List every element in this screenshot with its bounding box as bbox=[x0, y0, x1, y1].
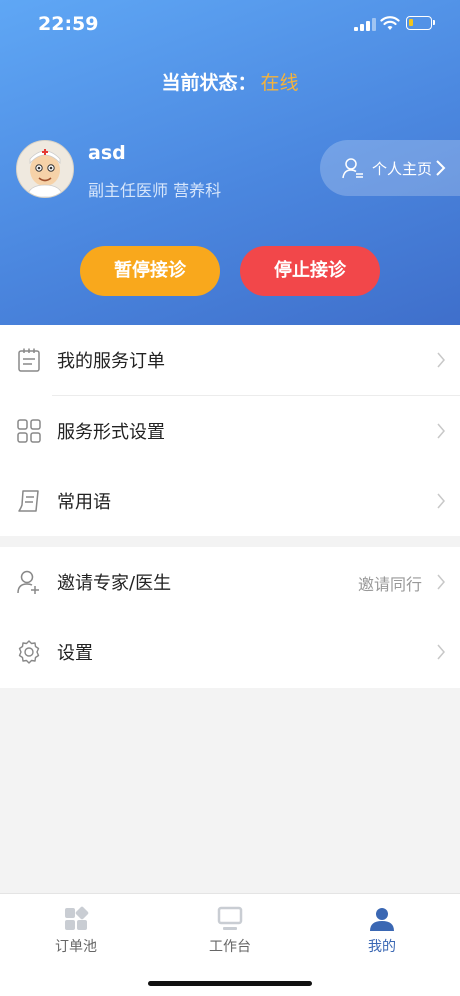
tab-label: 订单池 bbox=[55, 939, 97, 955]
orders-icon bbox=[65, 906, 89, 930]
tab-label: 工作台 bbox=[209, 939, 251, 955]
wifi-icon bbox=[380, 16, 400, 30]
user-icon bbox=[370, 908, 394, 931]
menu-item-service-format-settings[interactable]: 服务形式设置 bbox=[0, 396, 460, 466]
menu-item-settings[interactable]: 设置 bbox=[0, 617, 460, 687]
status-value: 在线 bbox=[260, 72, 299, 94]
chevron-right-icon bbox=[437, 493, 445, 509]
invite-peers-hint: 邀请同行 bbox=[357, 575, 422, 594]
personal-homepage-label: 个人主页 bbox=[372, 160, 433, 178]
status-label: 当前状态： bbox=[161, 72, 257, 94]
clipboard-icon bbox=[18, 348, 40, 372]
menu-item-invite-experts[interactable]: 邀请专家/医生 邀请同行 bbox=[0, 547, 460, 617]
personal-homepage-button[interactable]: 个人主页 bbox=[320, 140, 460, 196]
chevron-right-icon bbox=[437, 644, 445, 660]
doctor-avatar-icon bbox=[17, 141, 73, 197]
menu-item-label: 设置 bbox=[57, 643, 93, 664]
menu-item-common-phrases[interactable]: 常用语 bbox=[0, 466, 460, 536]
chevron-right-icon bbox=[437, 423, 445, 439]
menu-item-service-orders[interactable]: 我的服务订单 bbox=[0, 325, 460, 395]
menu-group-services: 我的服务订单 服务形式设置 常用语 bbox=[0, 325, 460, 536]
signal-icon bbox=[354, 17, 376, 31]
profile-header: 22:59 当前状态： 在线 asd 副主任医师 营养科 个人主页 暂停接诊 停… bbox=[0, 0, 460, 325]
stop-consultation-button[interactable]: 停止接诊 bbox=[240, 246, 380, 296]
menu-item-label: 我的服务订单 bbox=[57, 351, 165, 372]
tab-workbench[interactable]: 工作台 bbox=[180, 906, 280, 956]
doctor-name: asd bbox=[88, 142, 126, 164]
chevron-right-icon bbox=[437, 352, 445, 368]
tab-order-pool[interactable]: 订单池 bbox=[26, 906, 126, 956]
chevron-right-icon bbox=[436, 160, 446, 176]
online-status: 当前状态： 在线 bbox=[0, 68, 460, 95]
add-user-icon bbox=[17, 570, 39, 594]
menu-item-label: 常用语 bbox=[57, 492, 111, 513]
profile-card-icon bbox=[342, 158, 363, 179]
menu-item-label: 邀请专家/医生 bbox=[57, 573, 172, 594]
home-indicator bbox=[148, 981, 312, 986]
gear-icon bbox=[18, 640, 40, 664]
menu-group-other: 邀请专家/医生 邀请同行 设置 bbox=[0, 547, 460, 688]
grid-icon bbox=[17, 419, 41, 443]
battery-icon bbox=[406, 16, 435, 30]
status-bar: 22:59 bbox=[0, 0, 460, 50]
tab-mine[interactable]: 我的 bbox=[332, 906, 432, 956]
tab-label: 我的 bbox=[368, 939, 396, 955]
scroll-icon bbox=[18, 490, 39, 512]
monitor-icon bbox=[217, 906, 243, 930]
doctor-title: 副主任医师 营养科 bbox=[88, 181, 222, 200]
avatar[interactable] bbox=[16, 140, 74, 198]
pause-consultation-button[interactable]: 暂停接诊 bbox=[80, 246, 220, 296]
chevron-right-icon bbox=[437, 574, 445, 590]
clock: 22:59 bbox=[38, 13, 99, 35]
menu-item-label: 服务形式设置 bbox=[57, 422, 165, 443]
